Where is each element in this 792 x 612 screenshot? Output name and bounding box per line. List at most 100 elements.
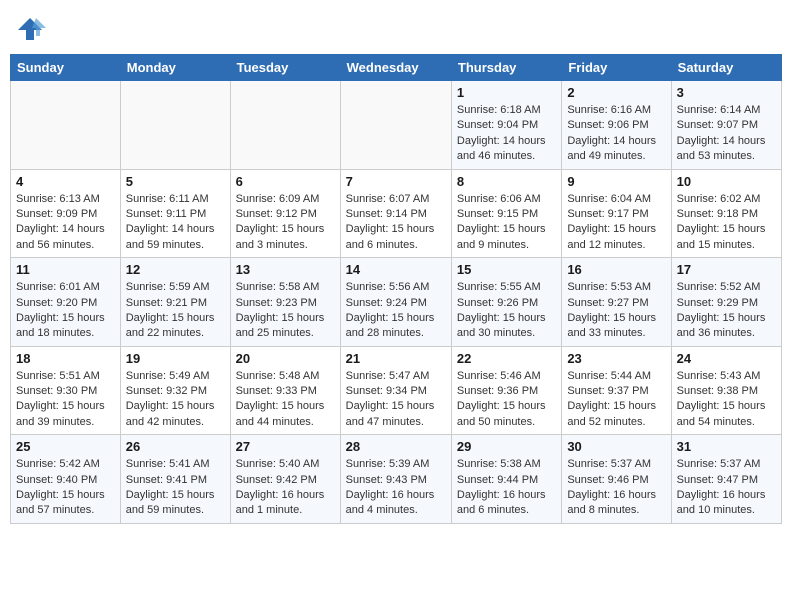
day-number: 12 xyxy=(126,262,225,277)
logo-icon xyxy=(14,16,46,42)
day-header-sunday: Sunday xyxy=(11,55,121,81)
calendar-cell: 9Sunrise: 6:04 AM Sunset: 9:17 PM Daylig… xyxy=(562,169,671,258)
calendar-cell: 30Sunrise: 5:37 AM Sunset: 9:46 PM Dayli… xyxy=(562,435,671,524)
day-header-monday: Monday xyxy=(120,55,230,81)
day-number: 16 xyxy=(567,262,665,277)
calendar-cell: 13 Sunrise: 5:58 AM Sunset: 9:23 PM Dayli… xyxy=(230,258,340,347)
day-info: Sunrise: 5:43 AM Sunset: 9:38 PM Dayligh… xyxy=(677,369,776,431)
calendar-cell: 7Sunrise: 6:07 AM Sunset: 9:14 PM Daylig… xyxy=(340,169,451,258)
day-info: Sunrise: 5:55 AM Sunset: 9:26 PM Dayligh… xyxy=(457,280,556,342)
day-number: 27 xyxy=(236,439,335,454)
day-number: 29 xyxy=(457,439,556,454)
day-number: 21 xyxy=(346,351,446,366)
calendar-cell: 4 Sunrise: 6:13 AM Sunset: 9:09 PM Daylig… xyxy=(11,169,121,258)
day-info: Sunrise: 5:41 AM Sunset: 9:41 PM Dayligh… xyxy=(126,457,225,519)
day-info: Sunrise: 5:46 AM Sunset: 9:36 PM Dayligh… xyxy=(457,369,556,431)
day-header-saturday: Saturday xyxy=(671,55,781,81)
day-info: Sunrise: 5:37 AM Sunset: 9:47 PM Dayligh… xyxy=(677,457,776,519)
day-number: 17 xyxy=(677,262,776,277)
day-info: Sunrise: 6:11 AM Sunset: 9:11 PM Dayligh… xyxy=(126,192,225,254)
day-info: Sunrise: 5:38 AM Sunset: 9:44 PM Dayligh… xyxy=(457,457,556,519)
calendar-cell: 27 Sunrise: 5:40 AM Sunset: 9:42 PM Dayli… xyxy=(230,435,340,524)
day-number: 23 xyxy=(567,351,665,366)
calendar-cell: 10Sunrise: 6:02 AM Sunset: 9:18 PM Dayli… xyxy=(671,169,781,258)
calendar-cell: 6 Sunrise: 6:09 AM Sunset: 9:12 PM Daylig… xyxy=(230,169,340,258)
day-number: 7 xyxy=(346,174,446,189)
day-info: Sunrise: 6:14 AM Sunset: 9:07 PM Dayligh… xyxy=(677,103,776,165)
calendar-cell: 22 Sunrise: 5:46 AM Sunset: 9:36 PM Dayli… xyxy=(451,346,561,435)
day-info: Sunrise: 5:40 AM Sunset: 9:42 PM Dayligh… xyxy=(236,457,335,519)
calendar-table: SundayMondayTuesdayWednesdayThursdayFrid… xyxy=(10,54,782,524)
day-number: 5 xyxy=(126,174,225,189)
day-number: 2 xyxy=(567,85,665,100)
calendar-cell: 25 Sunrise: 5:42 AM Sunset: 9:40 PM Dayli… xyxy=(11,435,121,524)
day-number: 25 xyxy=(16,439,115,454)
day-number: 11 xyxy=(16,262,115,277)
day-info: Sunrise: 6:13 AM Sunset: 9:09 PM Dayligh… xyxy=(16,192,115,254)
calendar-cell xyxy=(120,81,230,170)
calendar-cell xyxy=(340,81,451,170)
calendar-cell: 19Sunrise: 5:49 AM Sunset: 9:32 PM Dayli… xyxy=(120,346,230,435)
day-header-friday: Friday xyxy=(562,55,671,81)
calendar-cell: 14 Sunrise: 5:56 AM Sunset: 9:24 PM Dayli… xyxy=(340,258,451,347)
calendar-cell: 11 Sunrise: 6:01 AM Sunset: 9:20 PM Dayli… xyxy=(11,258,121,347)
day-number: 22 xyxy=(457,351,556,366)
day-number: 14 xyxy=(346,262,446,277)
day-info: Sunrise: 6:09 AM Sunset: 9:12 PM Dayligh… xyxy=(236,192,335,254)
day-info: Sunrise: 6:04 AM Sunset: 9:17 PM Dayligh… xyxy=(567,192,665,254)
day-number: 24 xyxy=(677,351,776,366)
day-info: Sunrise: 6:16 AM Sunset: 9:06 PM Dayligh… xyxy=(567,103,665,165)
day-number: 26 xyxy=(126,439,225,454)
calendar-cell: 2 Sunrise: 6:16 AM Sunset: 9:06 PM Daylig… xyxy=(562,81,671,170)
day-info: Sunrise: 5:58 AM Sunset: 9:23 PM Dayligh… xyxy=(236,280,335,342)
calendar-cell: 29 Sunrise: 5:38 AM Sunset: 9:44 PM Dayli… xyxy=(451,435,561,524)
day-info: Sunrise: 5:42 AM Sunset: 9:40 PM Dayligh… xyxy=(16,457,115,519)
calendar-cell: 16 Sunrise: 5:53 AM Sunset: 9:27 PM Dayli… xyxy=(562,258,671,347)
day-number: 8 xyxy=(457,174,556,189)
day-info: Sunrise: 5:53 AM Sunset: 9:27 PM Dayligh… xyxy=(567,280,665,342)
calendar-week-1: 1Sunrise: 6:18 AM Sunset: 9:04 PM Daylig… xyxy=(11,81,782,170)
calendar-cell: 18 Sunrise: 5:51 AM Sunset: 9:30 PM Dayli… xyxy=(11,346,121,435)
calendar-body: 1Sunrise: 6:18 AM Sunset: 9:04 PM Daylig… xyxy=(11,81,782,524)
day-info: Sunrise: 5:44 AM Sunset: 9:37 PM Dayligh… xyxy=(567,369,665,431)
calendar-cell xyxy=(11,81,121,170)
day-info: Sunrise: 6:01 AM Sunset: 9:20 PM Dayligh… xyxy=(16,280,115,342)
day-info: Sunrise: 6:02 AM Sunset: 9:18 PM Dayligh… xyxy=(677,192,776,254)
calendar-cell: 17 Sunrise: 5:52 AM Sunset: 9:29 PM Dayli… xyxy=(671,258,781,347)
day-number: 3 xyxy=(677,85,776,100)
calendar-cell: 21Sunrise: 5:47 AM Sunset: 9:34 PM Dayli… xyxy=(340,346,451,435)
day-info: Sunrise: 5:39 AM Sunset: 9:43 PM Dayligh… xyxy=(346,457,446,519)
day-number: 19 xyxy=(126,351,225,366)
day-number: 30 xyxy=(567,439,665,454)
logo xyxy=(14,16,50,42)
calendar-cell: 31 Sunrise: 5:37 AM Sunset: 9:47 PM Dayli… xyxy=(671,435,781,524)
calendar-cell: 23 Sunrise: 5:44 AM Sunset: 9:37 PM Dayli… xyxy=(562,346,671,435)
day-number: 13 xyxy=(236,262,335,277)
day-number: 20 xyxy=(236,351,335,366)
day-number: 18 xyxy=(16,351,115,366)
day-info: Sunrise: 5:48 AM Sunset: 9:33 PM Dayligh… xyxy=(236,369,335,431)
day-info: Sunrise: 5:56 AM Sunset: 9:24 PM Dayligh… xyxy=(346,280,446,342)
day-info: Sunrise: 5:52 AM Sunset: 9:29 PM Dayligh… xyxy=(677,280,776,342)
day-number: 4 xyxy=(16,174,115,189)
header xyxy=(10,10,782,48)
day-info: Sunrise: 5:59 AM Sunset: 9:21 PM Dayligh… xyxy=(126,280,225,342)
day-number: 31 xyxy=(677,439,776,454)
calendar-week-4: 18 Sunrise: 5:51 AM Sunset: 9:30 PM Dayli… xyxy=(11,346,782,435)
day-info: Sunrise: 6:18 AM Sunset: 9:04 PM Dayligh… xyxy=(457,103,556,165)
day-number: 15 xyxy=(457,262,556,277)
calendar-cell: 12 Sunrise: 5:59 AM Sunset: 9:21 PM Dayli… xyxy=(120,258,230,347)
day-number: 6 xyxy=(236,174,335,189)
day-info: Sunrise: 5:51 AM Sunset: 9:30 PM Dayligh… xyxy=(16,369,115,431)
calendar-cell: 8Sunrise: 6:06 AM Sunset: 9:15 PM Daylig… xyxy=(451,169,561,258)
calendar-cell xyxy=(230,81,340,170)
day-header-thursday: Thursday xyxy=(451,55,561,81)
calendar-week-2: 4 Sunrise: 6:13 AM Sunset: 9:09 PM Daylig… xyxy=(11,169,782,258)
day-header-tuesday: Tuesday xyxy=(230,55,340,81)
calendar-cell: 26 Sunrise: 5:41 AM Sunset: 9:41 PM Dayli… xyxy=(120,435,230,524)
day-number: 28 xyxy=(346,439,446,454)
calendar-cell: 3 Sunrise: 6:14 AM Sunset: 9:07 PM Daylig… xyxy=(671,81,781,170)
calendar-cell: 15 Sunrise: 5:55 AM Sunset: 9:26 PM Dayli… xyxy=(451,258,561,347)
calendar-cell: 1Sunrise: 6:18 AM Sunset: 9:04 PM Daylig… xyxy=(451,81,561,170)
calendar-week-3: 11 Sunrise: 6:01 AM Sunset: 9:20 PM Dayli… xyxy=(11,258,782,347)
